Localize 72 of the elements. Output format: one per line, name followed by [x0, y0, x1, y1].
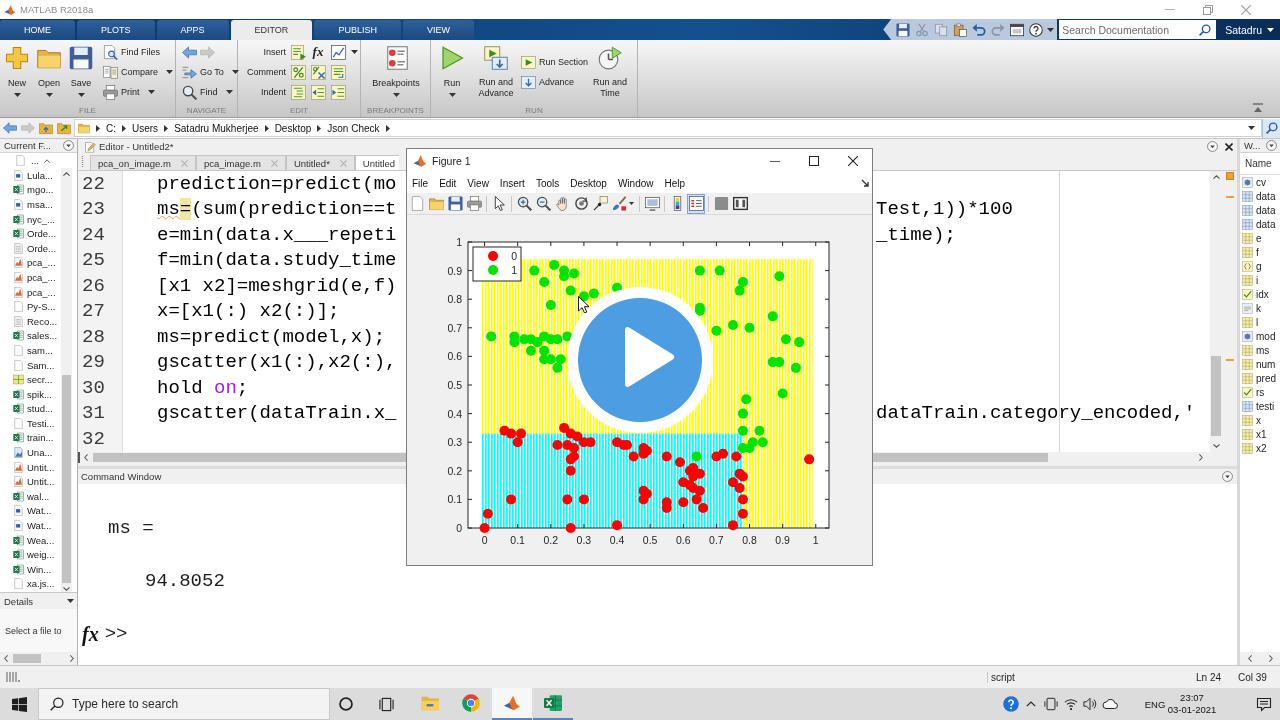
- panel-title: Editor - Untitled2*: [99, 141, 174, 152]
- code-line: hold on;: [157, 376, 249, 399]
- console-output: ms =: [108, 517, 154, 539]
- code-line: gscatter(x1(:),x2(:),: [157, 351, 397, 374]
- code-line: _time);: [876, 223, 956, 246]
- tick-label: 0.2: [447, 464, 462, 477]
- cursor-column: Col 39: [1238, 671, 1280, 683]
- tick-label: 0.2: [543, 534, 559, 546]
- line-number: 30: [81, 376, 106, 399]
- tick-label: 1: [812, 534, 819, 546]
- group-label: NAVIGATE: [185, 105, 228, 117]
- status-mode: script: [987, 671, 1190, 683]
- tick-label: 0: [456, 522, 462, 534]
- code-line: f=min(data.study_time: [157, 249, 397, 272]
- panel-title: Details: [4, 595, 34, 607]
- tick-label: 0.5: [642, 534, 658, 546]
- command-prompt: >>: [104, 623, 128, 645]
- tick-label: 0.5: [447, 379, 462, 391]
- tick-label: 0.7: [709, 534, 724, 546]
- line-number: 28: [81, 325, 106, 348]
- insert-label: Insert: [262, 47, 286, 57]
- tick-label: 0.9: [447, 264, 462, 277]
- tick-label: 1: [456, 236, 462, 248]
- code-line: x=[x1(:) x2(:)];: [157, 300, 340, 323]
- line-number: 27: [81, 300, 106, 323]
- indent-label: Indent: [259, 87, 286, 97]
- window-title: MATLAB R2018a: [20, 4, 94, 15]
- line-number: 22: [81, 172, 106, 195]
- cursor-line: Ln 24: [1195, 671, 1223, 683]
- comment-label: Comment: [246, 67, 286, 77]
- tick-label: 0.1: [447, 493, 462, 506]
- line-number: 26: [81, 274, 106, 297]
- tick-label: 0.3: [576, 534, 592, 546]
- line-number: 31: [81, 402, 106, 425]
- panel-title: Current F...: [4, 140, 51, 151]
- tick-label: 0.4: [609, 534, 625, 546]
- legend-label: 1: [511, 264, 517, 276]
- code-line: ms=predict(model,x);: [157, 325, 386, 348]
- console-output: 94.8052: [145, 570, 225, 592]
- tick-label: 0.7: [447, 321, 462, 334]
- code-line: e=min(data.x___repeti: [157, 223, 397, 246]
- tick-label: 0: [481, 534, 488, 546]
- code-line: gscatter(dataTrain.x_: [157, 402, 397, 425]
- line-number: 23: [81, 198, 106, 221]
- legend-label: 0: [511, 250, 517, 262]
- window-title: Figure 1: [432, 155, 471, 167]
- code-line: ms=(sum(prediction==t: [157, 198, 397, 221]
- group-label: RUN: [524, 105, 544, 117]
- line-number: 29: [81, 351, 106, 374]
- details-message: Select a file to: [5, 626, 62, 636]
- clock-time: 23:07: [1180, 692, 1204, 704]
- group-label: FILE: [78, 105, 97, 117]
- code-line: prediction=predict(mo: [157, 172, 397, 195]
- tick-label: 0.6: [447, 350, 462, 363]
- clock-date: 03-01-2021: [1167, 704, 1217, 716]
- line-number: 32: [81, 427, 106, 450]
- code-line: Test,1))*100: [876, 198, 1013, 221]
- code-line: dataTrain.category_encoded,': [876, 402, 1196, 425]
- line-number: 24: [81, 223, 106, 246]
- tick-label: 0.6: [675, 534, 691, 546]
- tick-label: 0.8: [447, 293, 462, 306]
- tick-label: 0.9: [775, 534, 790, 546]
- group-label: BREAKPOINTS: [366, 105, 425, 117]
- code-line: [x1 x2]=meshgrid(e,f): [157, 274, 397, 297]
- tick-label: 0.3: [447, 436, 462, 449]
- panel-title: Command Window: [81, 471, 162, 482]
- line-number: 25: [81, 249, 106, 272]
- tick-label: 0.1: [510, 534, 525, 546]
- panel-title: W...: [1244, 140, 1261, 151]
- tick-label: 0.4: [447, 407, 462, 420]
- group-label: EDIT: [288, 105, 310, 117]
- tick-label: 0.8: [742, 534, 757, 546]
